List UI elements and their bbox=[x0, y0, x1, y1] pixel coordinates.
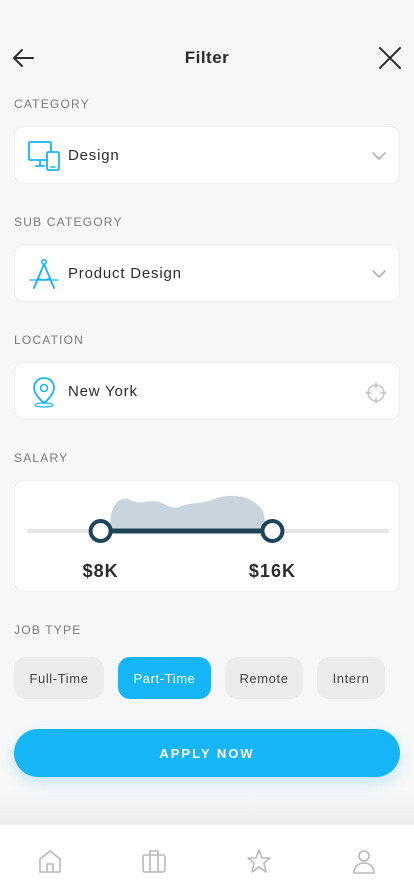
sub-category-value: Product Design bbox=[68, 265, 182, 282]
location-value: New York bbox=[68, 383, 138, 400]
salary-max-label: $16K bbox=[248, 561, 296, 581]
drafting-compass-icon bbox=[29, 258, 59, 289]
close-icon bbox=[379, 47, 401, 69]
tab-favorites[interactable] bbox=[245, 847, 273, 875]
salary-card: $8K $16K bbox=[14, 480, 400, 592]
header: Filter bbox=[0, 36, 414, 80]
category-value: Design bbox=[68, 147, 120, 164]
sub-category-label: SUB CATEGORY bbox=[14, 215, 123, 229]
slider-min-handle[interactable] bbox=[88, 519, 113, 543]
scroll-fade bbox=[0, 790, 414, 824]
sub-category-select[interactable]: Product Design bbox=[14, 244, 400, 302]
category-label: CATEGORY bbox=[14, 97, 90, 111]
job-type-label: JOB TYPE bbox=[14, 623, 82, 637]
chevron-down-icon bbox=[372, 152, 386, 160]
briefcase-icon bbox=[142, 850, 166, 873]
category-select[interactable]: Design bbox=[14, 126, 400, 184]
page-title: Filter bbox=[184, 48, 230, 67]
tab-profile[interactable] bbox=[350, 847, 378, 875]
salary-range-slider[interactable] bbox=[15, 481, 401, 593]
salary-histogram bbox=[109, 495, 267, 531]
location-label: LOCATION bbox=[14, 333, 85, 347]
job-type-intern[interactable]: Intern bbox=[317, 657, 385, 699]
tab-jobs[interactable] bbox=[140, 847, 168, 875]
tab-home[interactable] bbox=[36, 847, 64, 875]
chevron-down-icon bbox=[372, 270, 386, 278]
job-type-remote[interactable]: Remote bbox=[225, 657, 303, 699]
close-button[interactable] bbox=[376, 44, 404, 72]
home-icon bbox=[39, 850, 61, 873]
location-field[interactable]: New York bbox=[14, 362, 400, 420]
map-pin-icon bbox=[33, 377, 55, 408]
salary-label: SALARY bbox=[14, 451, 69, 465]
salary-min-label: $8K bbox=[82, 561, 119, 581]
job-type-part-time[interactable]: Part-Time bbox=[118, 657, 211, 699]
star-icon bbox=[247, 849, 271, 873]
slider-max-handle[interactable] bbox=[260, 519, 285, 543]
bottom-tab-bar bbox=[0, 824, 414, 896]
job-type-full-time[interactable]: Full-Time bbox=[14, 657, 104, 699]
user-icon bbox=[353, 850, 375, 874]
locate-icon[interactable] bbox=[365, 382, 387, 404]
apply-now-button[interactable]: APPLY NOW bbox=[14, 729, 400, 777]
devices-icon bbox=[28, 141, 60, 171]
